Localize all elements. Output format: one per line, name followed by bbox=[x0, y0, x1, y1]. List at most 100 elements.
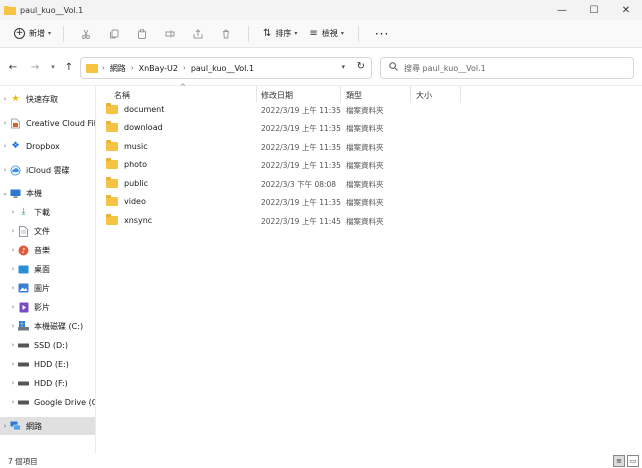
chevron-right-icon[interactable]: › bbox=[8, 398, 18, 406]
sidebar-item-label: HDD (F:) bbox=[34, 378, 68, 388]
share-icon[interactable] bbox=[184, 23, 212, 45]
column-divider[interactable] bbox=[340, 86, 341, 102]
details-view-icon[interactable]: ≡ bbox=[613, 455, 625, 467]
address-bar[interactable]: › 網路 › XnBay-U2 › paul_kuo__Vol.1 ▾ ↻ bbox=[80, 57, 372, 79]
file-row-document[interactable]: document 2022/3/19 上午 11:35 檔案資料夾 bbox=[102, 101, 634, 119]
chevron-right-icon[interactable]: › bbox=[8, 246, 18, 254]
sidebar-item-label: 本機 bbox=[26, 188, 42, 198]
sort-ascending-icon: ^ bbox=[180, 83, 186, 91]
file-name: xnsync bbox=[124, 216, 153, 225]
sidebar-item-pictures[interactable]: › 圖片 bbox=[0, 279, 95, 297]
sidebar-item-creative-cloud[interactable]: › Creative Cloud File bbox=[0, 114, 95, 132]
chevron-right-icon[interactable]: › bbox=[8, 303, 18, 311]
chevron-right-icon[interactable]: › bbox=[8, 341, 18, 349]
music-icon: ♪ bbox=[18, 245, 29, 256]
star-icon: ★ bbox=[11, 94, 20, 104]
file-row-xnsync[interactable]: xnsync 2022/3/19 上午 11:45 檔案資料夾 bbox=[102, 212, 634, 230]
file-date: 2022/3/19 上午 11:45 bbox=[261, 217, 341, 226]
column-divider[interactable] bbox=[256, 86, 257, 102]
search-input[interactable] bbox=[404, 63, 614, 73]
file-row-photo[interactable]: photo 2022/3/19 上午 11:35 檔案資料夾 bbox=[102, 156, 634, 174]
sidebar-item-quick-access[interactable]: › ★ 快速存取 bbox=[0, 90, 95, 108]
sidebar-item-icloud[interactable]: › iCloud 雲碟 bbox=[0, 161, 95, 179]
file-row-download[interactable]: download 2022/3/19 上午 11:35 檔案資料夾 bbox=[102, 119, 634, 137]
delete-icon[interactable] bbox=[212, 23, 240, 45]
column-divider[interactable] bbox=[460, 86, 461, 102]
chevron-right-icon[interactable]: › bbox=[8, 265, 18, 273]
folder-icon bbox=[106, 121, 118, 132]
icloud-icon bbox=[10, 165, 21, 176]
folder-icon bbox=[106, 158, 118, 169]
file-name: download bbox=[124, 123, 163, 132]
address-dropdown-icon[interactable]: ▾ bbox=[341, 63, 345, 71]
column-divider[interactable] bbox=[410, 86, 411, 102]
breadcrumb-server[interactable]: XnBay-U2 bbox=[139, 64, 178, 73]
sidebar-item-desktop[interactable]: › 桌面 bbox=[0, 260, 95, 278]
minimize-button[interactable]: — bbox=[546, 0, 578, 20]
sidebar-item-label: Dropbox bbox=[26, 141, 60, 151]
sidebar-item-music[interactable]: › ♪ 音樂 bbox=[0, 241, 95, 259]
chevron-right-icon[interactable]: › bbox=[0, 422, 10, 430]
chevron-down-icon: ▾ bbox=[340, 30, 344, 37]
sidebar-item-drive-e[interactable]: › HDD (E:) bbox=[0, 355, 95, 373]
chevron-right-icon[interactable]: › bbox=[8, 360, 18, 368]
cut-icon[interactable] bbox=[72, 23, 100, 45]
sidebar-item-drive-d[interactable]: › SSD (D:) bbox=[0, 336, 95, 354]
new-button[interactable]: + 新增 ▾ bbox=[10, 23, 55, 45]
file-type: 檔案資料夾 bbox=[346, 198, 384, 207]
chevron-right-icon[interactable]: › bbox=[0, 119, 10, 127]
back-button[interactable]: ← bbox=[4, 58, 22, 76]
drive-icon bbox=[18, 378, 29, 389]
chevron-down-icon: ▾ bbox=[51, 63, 55, 71]
file-row-video[interactable]: video 2022/3/19 上午 11:35 檔案資料夾 bbox=[102, 193, 634, 211]
sidebar-item-documents[interactable]: › 文件 bbox=[0, 222, 95, 240]
file-row-music[interactable]: music 2022/3/19 上午 11:35 檔案資料夾 bbox=[102, 138, 634, 156]
sidebar-item-label: 圖片 bbox=[34, 283, 50, 293]
file-row-public[interactable]: public 2022/3/3 下午 08:08 檔案資料夾 bbox=[102, 175, 634, 193]
sidebar-item-dropbox[interactable]: › ❖ Dropbox bbox=[0, 137, 95, 155]
maximize-button[interactable]: ☐ bbox=[578, 0, 610, 20]
sidebar-item-drive-f[interactable]: › HDD (F:) bbox=[0, 374, 95, 392]
file-type: 檔案資料夾 bbox=[346, 180, 384, 189]
chevron-right-icon[interactable]: › bbox=[8, 322, 18, 330]
refresh-icon[interactable]: ↻ bbox=[357, 61, 365, 72]
chevron-right-icon[interactable]: › bbox=[0, 95, 10, 103]
rename-icon[interactable] bbox=[156, 23, 184, 45]
arrow-right-icon: → bbox=[30, 61, 40, 73]
sidebar-item-drive-c[interactable]: › 本機磁碟 (C:) bbox=[0, 317, 95, 335]
up-button[interactable]: ↑ bbox=[60, 58, 78, 76]
chevron-right-icon: › bbox=[183, 64, 186, 72]
chevron-right-icon[interactable]: › bbox=[8, 379, 18, 387]
chevron-down-icon[interactable]: ⌄ bbox=[0, 189, 10, 197]
sidebar-item-this-pc[interactable]: ⌄ 本機 bbox=[0, 184, 95, 202]
search-box[interactable] bbox=[380, 57, 634, 79]
pictures-icon bbox=[18, 283, 29, 294]
view-button[interactable]: ≡ 檢視 ▾ bbox=[303, 23, 349, 45]
more-button[interactable]: ··· bbox=[367, 23, 397, 45]
sidebar-item-label: HDD (E:) bbox=[34, 359, 69, 369]
forward-button[interactable]: → bbox=[26, 58, 44, 76]
paste-icon[interactable] bbox=[128, 23, 156, 45]
sidebar-item-label: 本機磁碟 (C:) bbox=[34, 321, 84, 331]
title-bar: paul_kuo__Vol.1 — ☐ ✕ bbox=[0, 0, 642, 20]
sort-button[interactable]: ⇅ 排序 ▾ bbox=[257, 23, 303, 45]
column-size-label: 大小 bbox=[416, 90, 432, 100]
drive-icon bbox=[18, 397, 29, 408]
arrow-left-icon: ← bbox=[8, 61, 18, 73]
chevron-right-icon[interactable]: › bbox=[8, 208, 18, 216]
column-type-label: 類型 bbox=[346, 90, 362, 100]
chevron-right-icon[interactable]: › bbox=[0, 166, 10, 174]
breadcrumb-volume[interactable]: paul_kuo__Vol.1 bbox=[191, 64, 254, 73]
tiles-view-icon[interactable]: ▭ bbox=[627, 455, 639, 467]
close-button[interactable]: ✕ bbox=[610, 0, 642, 20]
sidebar-item-downloads[interactable]: › ⤓ 下載 bbox=[0, 203, 95, 221]
sidebar-item-network[interactable]: › 網路 bbox=[0, 417, 95, 435]
sidebar-item-drive-g[interactable]: › Google Drive (G:) bbox=[0, 393, 95, 411]
videos-icon bbox=[18, 302, 29, 313]
chevron-right-icon[interactable]: › bbox=[8, 227, 18, 235]
sidebar-item-videos[interactable]: › 影片 bbox=[0, 298, 95, 316]
chevron-right-icon[interactable]: › bbox=[8, 284, 18, 292]
breadcrumb-network[interactable]: 網路 bbox=[110, 63, 126, 74]
copy-icon[interactable] bbox=[100, 23, 128, 45]
chevron-right-icon[interactable]: › bbox=[0, 142, 10, 150]
